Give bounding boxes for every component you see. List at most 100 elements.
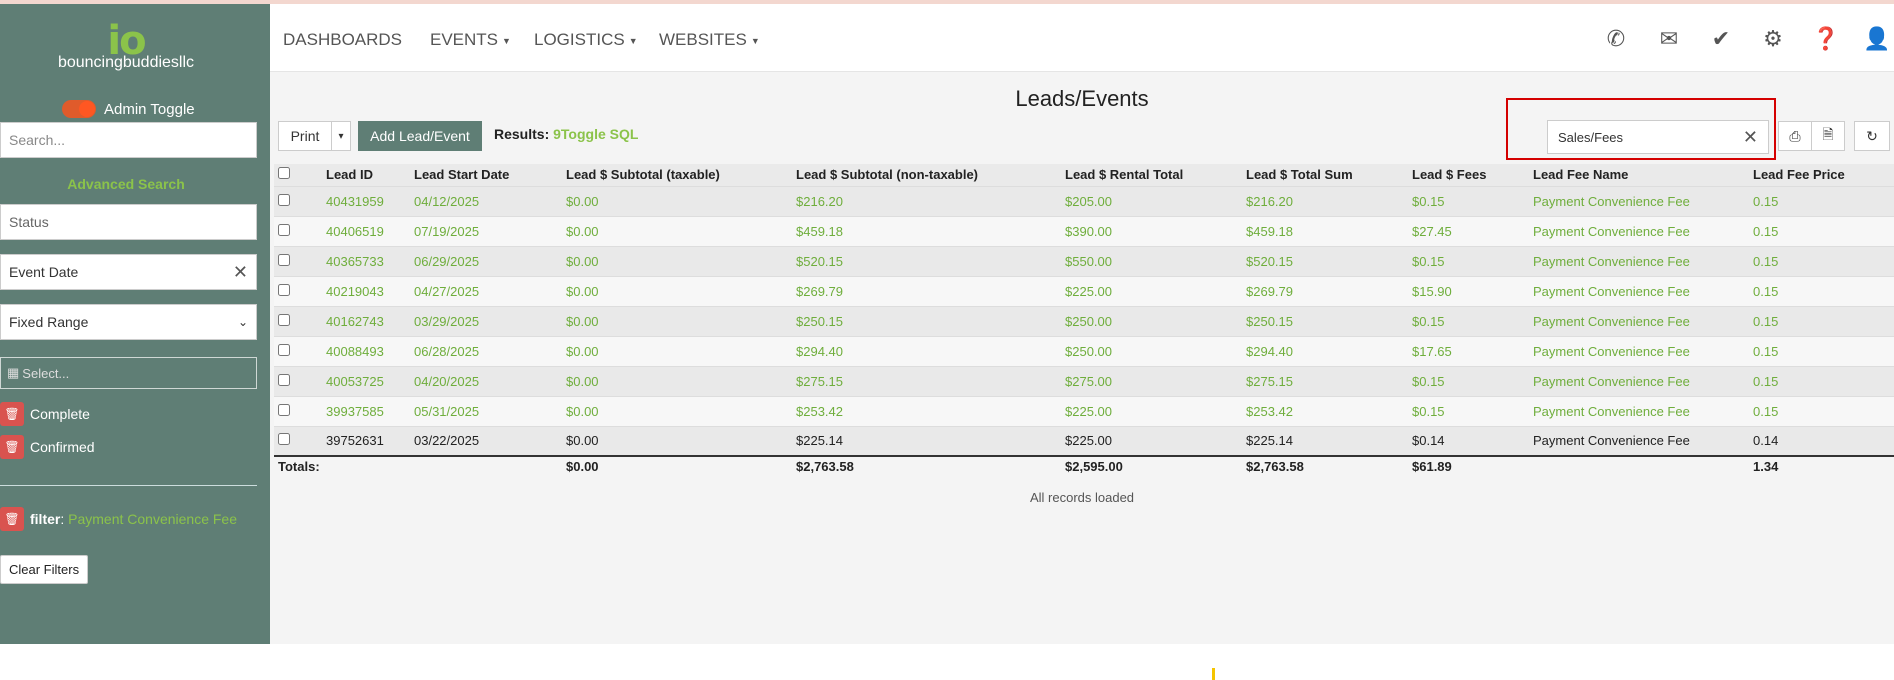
export-icon[interactable]: 🗎 bbox=[1811, 121, 1845, 151]
table-row[interactable]: 40088493 06/28/2025 $0.00 $294.40 $250.00 $29… bbox=[274, 335, 1894, 366]
results-count: Results: 9Toggle SQL bbox=[494, 126, 638, 142]
advanced-search-link[interactable]: Advanced Search bbox=[0, 176, 252, 192]
print-button[interactable]: Print bbox=[278, 121, 332, 151]
totals-cell: $2,763.58 bbox=[1242, 455, 1408, 476]
table-cell: 0.15 bbox=[1749, 365, 1894, 396]
table-cell: $27.45 bbox=[1408, 215, 1529, 246]
envelope-icon[interactable]: ✉ bbox=[1656, 26, 1682, 52]
table-cell[interactable]: 40219043 bbox=[322, 275, 410, 306]
table-row[interactable]: 39937585 05/31/2025 $0.00 $253.42 $225.00 $25… bbox=[274, 395, 1894, 426]
column-header[interactable]: Lead Start Date bbox=[410, 164, 562, 186]
table-cell[interactable]: 40406519 bbox=[322, 215, 410, 246]
phone-icon[interactable]: ✆ bbox=[1603, 26, 1629, 52]
print-icon[interactable]: ⎙ bbox=[1778, 121, 1812, 151]
cursor-marker bbox=[1212, 668, 1215, 680]
nav-dashboards[interactable]: DASHBOARDS bbox=[283, 30, 402, 50]
table-cell[interactable]: 40365733 bbox=[322, 245, 410, 276]
table-cell: 03/29/2025 bbox=[410, 305, 562, 336]
divider bbox=[0, 485, 257, 486]
date-range-input[interactable]: ▦ Select... bbox=[0, 357, 257, 389]
column-header[interactable]: Lead $ Subtotal (non-taxable) bbox=[792, 164, 1061, 186]
table-row[interactable]: 40365733 06/29/2025 $0.00 $520.15 $550.00 $52… bbox=[274, 245, 1894, 276]
row-checkbox[interactable] bbox=[278, 223, 290, 236]
column-header[interactable]: Lead $ Total Sum bbox=[1242, 164, 1408, 186]
status-select[interactable]: Status bbox=[0, 204, 257, 240]
user-icon[interactable]: 👤 bbox=[1863, 26, 1890, 52]
table-cell: $205.00 bbox=[1061, 185, 1242, 216]
totals-cell: 1.34 bbox=[1749, 455, 1894, 476]
highlight-box bbox=[1506, 98, 1776, 160]
row-checkbox[interactable] bbox=[278, 403, 290, 416]
check-icon[interactable]: ✔ bbox=[1708, 26, 1734, 52]
nav-logistics[interactable]: LOGISTICS ▼ bbox=[534, 30, 638, 50]
table-row[interactable]: 40431959 04/12/2025 $0.00 $216.20 $205.00 $21… bbox=[274, 185, 1894, 216]
trash-icon[interactable]: 🗑 bbox=[0, 402, 24, 426]
table-cell: $0.00 bbox=[562, 185, 792, 216]
row-checkbox[interactable] bbox=[278, 373, 290, 386]
help-icon[interactable]: ❓ bbox=[1812, 26, 1839, 52]
table-row[interactable]: 40053725 04/20/2025 $0.00 $275.15 $275.00 $27… bbox=[274, 365, 1894, 396]
table-row[interactable]: 40406519 07/19/2025 $0.00 $459.18 $390.00 $45… bbox=[274, 215, 1894, 246]
table-cell[interactable]: 40162743 bbox=[322, 305, 410, 336]
table-cell: $0.00 bbox=[562, 365, 792, 396]
row-checkbox[interactable] bbox=[278, 193, 290, 206]
range-select[interactable]: Fixed Range ⌄ bbox=[0, 304, 257, 340]
brand-name: bouncingbuddiesllc bbox=[57, 54, 195, 71]
table-cell: $459.18 bbox=[792, 215, 1061, 246]
nav-websites[interactable]: WEBSITES ▼ bbox=[659, 30, 760, 50]
table-cell: Payment Convenience Fee bbox=[1529, 395, 1749, 426]
table-cell: $0.14 bbox=[1408, 425, 1529, 456]
sidebar: io bouncingbuddiesllc Admin Toggle Searc… bbox=[0, 4, 270, 644]
admin-toggle[interactable]: Admin Toggle bbox=[62, 100, 195, 118]
row-checkbox[interactable] bbox=[278, 433, 290, 446]
table-cell[interactable]: 40088493 bbox=[322, 335, 410, 366]
column-header[interactable]: Lead $ Fees bbox=[1408, 164, 1529, 186]
trash-icon[interactable]: 🗑 bbox=[0, 435, 24, 459]
column-header[interactable]: Lead $ Subtotal (taxable) bbox=[562, 164, 792, 186]
table-cell[interactable]: 39752631 bbox=[322, 425, 410, 456]
row-checkbox[interactable] bbox=[278, 283, 290, 296]
nav-websites-label: WEBSITES bbox=[659, 30, 747, 49]
row-checkbox[interactable] bbox=[278, 343, 290, 356]
table-cell: Payment Convenience Fee bbox=[1529, 335, 1749, 366]
table-cell: $275.15 bbox=[792, 365, 1061, 396]
event-date-field[interactable]: Event Date ✕ bbox=[0, 254, 257, 290]
table-cell[interactable]: 39937585 bbox=[322, 395, 410, 426]
table-cell: $390.00 bbox=[1061, 215, 1242, 246]
row-select-cell bbox=[274, 275, 322, 306]
clear-filters-button[interactable]: Clear Filters bbox=[0, 555, 89, 584]
trash-icon[interactable]: 🗑 bbox=[0, 507, 24, 531]
row-select-cell bbox=[274, 395, 322, 426]
column-header[interactable]: Lead $ Rental Total bbox=[1061, 164, 1242, 186]
table-cell: $459.18 bbox=[1242, 215, 1408, 246]
select-all-checkbox[interactable] bbox=[278, 167, 290, 180]
column-header[interactable]: Lead Fee Price bbox=[1749, 164, 1894, 186]
toggle-switch[interactable] bbox=[62, 100, 96, 118]
table-cell: Payment Convenience Fee bbox=[1529, 245, 1749, 276]
toggle-sql-link[interactable]: Toggle SQL bbox=[561, 126, 639, 142]
search-input[interactable]: Search... bbox=[0, 122, 257, 158]
print-dropdown-button[interactable]: ▾ bbox=[331, 121, 351, 151]
table-cell: 06/29/2025 bbox=[410, 245, 562, 276]
nav-events[interactable]: EVENTS ▼ bbox=[430, 30, 511, 50]
gear-icon[interactable]: ⚙ bbox=[1760, 26, 1786, 52]
table-body: 40431959 04/12/2025 $0.00 $216.20 $205.00 $21… bbox=[274, 185, 1894, 476]
row-select-cell bbox=[274, 185, 322, 216]
add-lead-button[interactable]: Add Lead/Event bbox=[358, 121, 482, 151]
table-row[interactable]: 39752631 03/22/2025 $0.00 $225.14 $225.00 $22… bbox=[274, 425, 1894, 456]
table-row[interactable]: 40162743 03/29/2025 $0.00 $250.15 $250.00 $25… bbox=[274, 305, 1894, 336]
table-row[interactable]: 40219043 04/27/2025 $0.00 $269.79 $225.00 $26… bbox=[274, 275, 1894, 306]
table-cell: $0.15 bbox=[1408, 245, 1529, 276]
column-header[interactable]: Lead ID bbox=[322, 164, 410, 186]
totals-row: Totals: $0.00 $2,763.58 $2,595.00 $2,763.58 $… bbox=[274, 455, 1894, 476]
table-cell[interactable]: 40053725 bbox=[322, 365, 410, 396]
leads-table: Lead ID Lead Start Date Lead $ Subtotal … bbox=[274, 164, 1894, 476]
row-checkbox[interactable] bbox=[278, 313, 290, 326]
row-checkbox[interactable] bbox=[278, 253, 290, 266]
clear-icon[interactable]: ✕ bbox=[233, 262, 248, 283]
refresh-icon[interactable]: ↻ bbox=[1854, 121, 1890, 151]
status-pill-label: Complete bbox=[30, 406, 90, 422]
filter-value: Payment Convenience Fee bbox=[68, 511, 237, 527]
table-cell[interactable]: 40431959 bbox=[322, 185, 410, 216]
column-header[interactable]: Lead Fee Name bbox=[1529, 164, 1749, 186]
